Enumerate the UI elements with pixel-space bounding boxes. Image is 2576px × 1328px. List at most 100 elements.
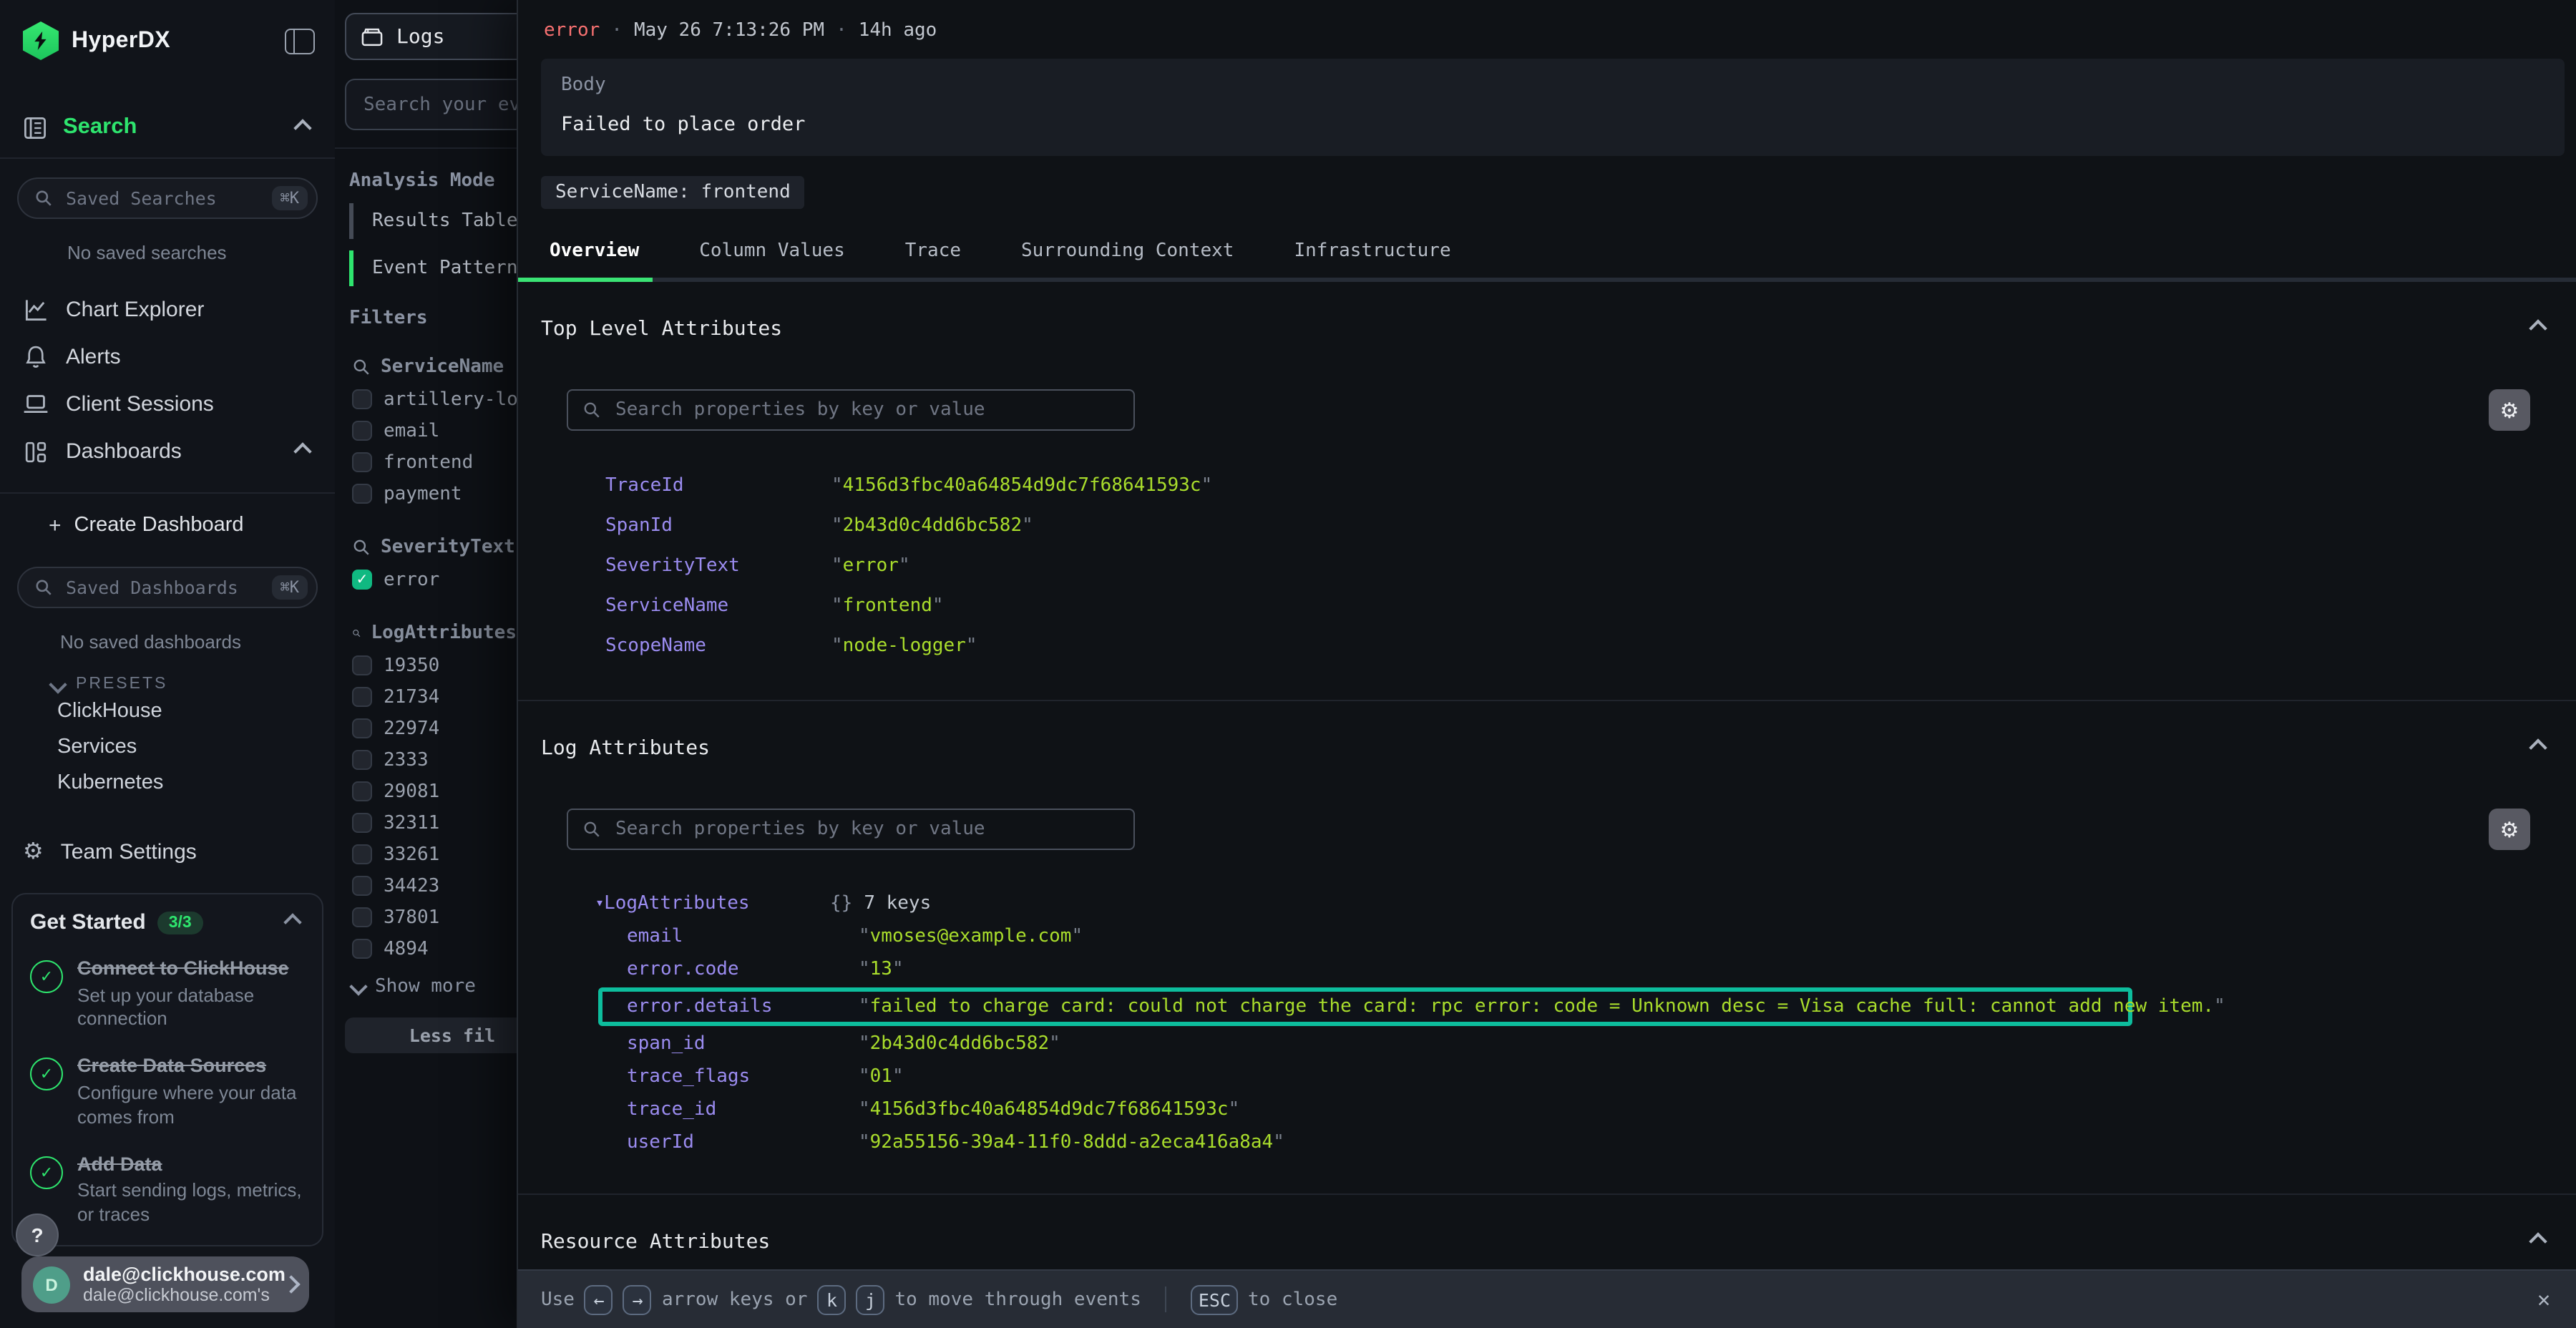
chevron-up-icon[interactable]: [293, 118, 311, 136]
body-value[interactable]: Failed to place order: [561, 113, 2545, 136]
sidebar-item-team-settings[interactable]: ⚙ Team Settings: [0, 840, 335, 864]
checkbox[interactable]: [352, 718, 372, 738]
filter-option[interactable]: 19350: [352, 650, 517, 681]
attr-value[interactable]: 13: [859, 959, 904, 980]
attr-key[interactable]: userId: [627, 1132, 859, 1153]
help-button[interactable]: ?: [16, 1214, 59, 1256]
attr-value[interactable]: 2b43d0c4dd6bc582: [859, 1033, 1060, 1055]
attr-value[interactable]: error: [831, 555, 910, 576]
attr-value[interactable]: 92a55156-39a4-11f0-8ddd-a2eca416a8a4: [859, 1132, 1284, 1153]
tree-root-row[interactable]: ▾ LogAttributes {}7 keys: [541, 887, 2562, 920]
close-icon[interactable]: ✕: [2537, 1286, 2550, 1312]
saved-dashboards-field[interactable]: [63, 575, 262, 600]
create-dashboard-button[interactable]: + Create Dashboard: [0, 502, 335, 548]
checkbox[interactable]: [352, 781, 372, 801]
checkbox[interactable]: [352, 907, 372, 927]
filter-option[interactable]: artillery-loa: [352, 384, 517, 415]
saved-dashboards-input[interactable]: ⌘K: [17, 567, 318, 608]
checkbox[interactable]: [352, 876, 372, 896]
sidebar-collapse-icon[interactable]: [285, 28, 315, 54]
tab-column-values[interactable]: Column Values: [699, 240, 845, 262]
filter-option[interactable]: email: [352, 415, 517, 446]
settings-button[interactable]: ⚙: [2489, 809, 2530, 850]
property-search-input[interactable]: [567, 809, 1135, 850]
source-select[interactable]: Logs: [345, 13, 517, 60]
step-title[interactable]: Create Data Sources: [77, 1054, 305, 1079]
filter-option[interactable]: 29081: [352, 776, 517, 807]
attr-key[interactable]: email: [627, 926, 859, 947]
attr-key[interactable]: trace_flags: [627, 1066, 859, 1088]
filter-option[interactable]: 37801: [352, 902, 517, 933]
checkbox[interactable]: [352, 421, 372, 441]
attr-key[interactable]: SpanId: [605, 514, 831, 536]
show-more-button[interactable]: Show more: [352, 976, 517, 997]
event-search-input[interactable]: [345, 79, 517, 130]
checkbox[interactable]: [352, 655, 372, 675]
filter-option[interactable]: 4894: [352, 933, 517, 965]
chevron-up-icon[interactable]: [293, 442, 311, 460]
attr-value[interactable]: 4156d3fbc40a64854d9dc7f68641593c: [859, 1099, 1239, 1120]
attr-value[interactable]: 2b43d0c4dd6bc582: [831, 514, 1033, 536]
attr-value[interactable]: 4156d3fbc40a64854d9dc7f68641593c: [831, 474, 1212, 496]
attr-key[interactable]: ServiceName: [605, 595, 831, 616]
attr-key[interactable]: error.details: [627, 996, 859, 1017]
checkbox[interactable]: [352, 844, 372, 864]
user-menu[interactable]: D dale@clickhouse.com dale@clickhouse.co…: [21, 1256, 309, 1312]
attr-key[interactable]: LogAttributes: [604, 893, 750, 914]
event-search-field[interactable]: [361, 92, 517, 117]
checkbox[interactable]: [352, 389, 372, 409]
property-search-input[interactable]: [567, 389, 1135, 431]
checkbox[interactable]: [352, 484, 372, 504]
less-filters-button[interactable]: Less fil: [345, 1017, 517, 1053]
attr-value[interactable]: failed to charge card: could not charge …: [859, 996, 2225, 1017]
filter-option[interactable]: payment: [352, 478, 517, 509]
attr-key[interactable]: trace_id: [627, 1099, 859, 1120]
filter-group-servicename[interactable]: ServiceName: [352, 356, 517, 378]
attr-value[interactable]: frontend: [831, 595, 944, 616]
saved-searches-field[interactable]: [63, 186, 262, 210]
tab-infrastructure[interactable]: Infrastructure: [1294, 240, 1450, 262]
step-title[interactable]: Connect to ClickHouse: [77, 956, 305, 981]
filter-option[interactable]: 32311: [352, 807, 517, 839]
tab-trace[interactable]: Trace: [905, 240, 961, 262]
service-tag[interactable]: ServiceName: frontend: [541, 176, 805, 209]
attr-value[interactable]: 01: [859, 1066, 904, 1088]
checkbox-checked[interactable]: [352, 570, 372, 590]
sidebar-item-client-sessions[interactable]: Client Sessions: [0, 381, 335, 428]
attr-key[interactable]: TraceId: [605, 474, 831, 496]
mode-results-table[interactable]: Results Table: [349, 203, 517, 239]
checkbox[interactable]: [352, 452, 372, 472]
highlighted-row-error-details[interactable]: error.details failed to charge card: cou…: [598, 987, 2132, 1026]
filter-group-severitytext[interactable]: SeverityText: [352, 537, 517, 558]
tab-overview[interactable]: Overview: [550, 240, 639, 262]
attr-key[interactable]: ScopeName: [605, 635, 831, 656]
settings-button[interactable]: ⚙: [2489, 389, 2530, 431]
filter-option[interactable]: frontend: [352, 446, 517, 478]
attr-key[interactable]: span_id: [627, 1033, 859, 1055]
get-started-header[interactable]: Get Started 3/3: [30, 910, 305, 934]
presets-toggle[interactable]: PRESETS: [0, 675, 335, 693]
checkbox[interactable]: [352, 939, 372, 959]
sidebar-item-alerts[interactable]: Alerts: [0, 333, 335, 381]
sidebar-item-chart-explorer[interactable]: Chart Explorer: [0, 286, 335, 333]
filter-option[interactable]: 21734: [352, 681, 517, 713]
sidebar-item-dashboards[interactable]: Dashboards: [0, 428, 335, 475]
attr-key[interactable]: error.code: [627, 959, 859, 980]
filter-option[interactable]: 33261: [352, 839, 517, 870]
saved-searches-input[interactable]: ⌘K: [17, 177, 318, 219]
sidebar-item-clickhouse[interactable]: ClickHouse: [0, 693, 335, 728]
sidebar-item-kubernetes[interactable]: Kubernetes: [0, 764, 335, 800]
chevron-up-icon[interactable]: [283, 913, 301, 931]
tab-surrounding-context[interactable]: Surrounding Context: [1021, 240, 1234, 262]
sidebar-item-search[interactable]: Search: [0, 114, 335, 140]
filter-group-logattributes[interactable]: LogAttributes: [352, 622, 517, 644]
checkbox[interactable]: [352, 687, 372, 707]
property-search-field[interactable]: [613, 398, 1119, 422]
filter-option[interactable]: 34423: [352, 870, 517, 902]
property-search-field[interactable]: [613, 817, 1119, 841]
step-title[interactable]: Add Data: [77, 1151, 305, 1176]
checkbox[interactable]: [352, 750, 372, 770]
attr-value[interactable]: node-logger: [831, 635, 977, 656]
attr-value[interactable]: vmoses@example.com: [859, 926, 1083, 947]
checkbox[interactable]: [352, 813, 372, 833]
